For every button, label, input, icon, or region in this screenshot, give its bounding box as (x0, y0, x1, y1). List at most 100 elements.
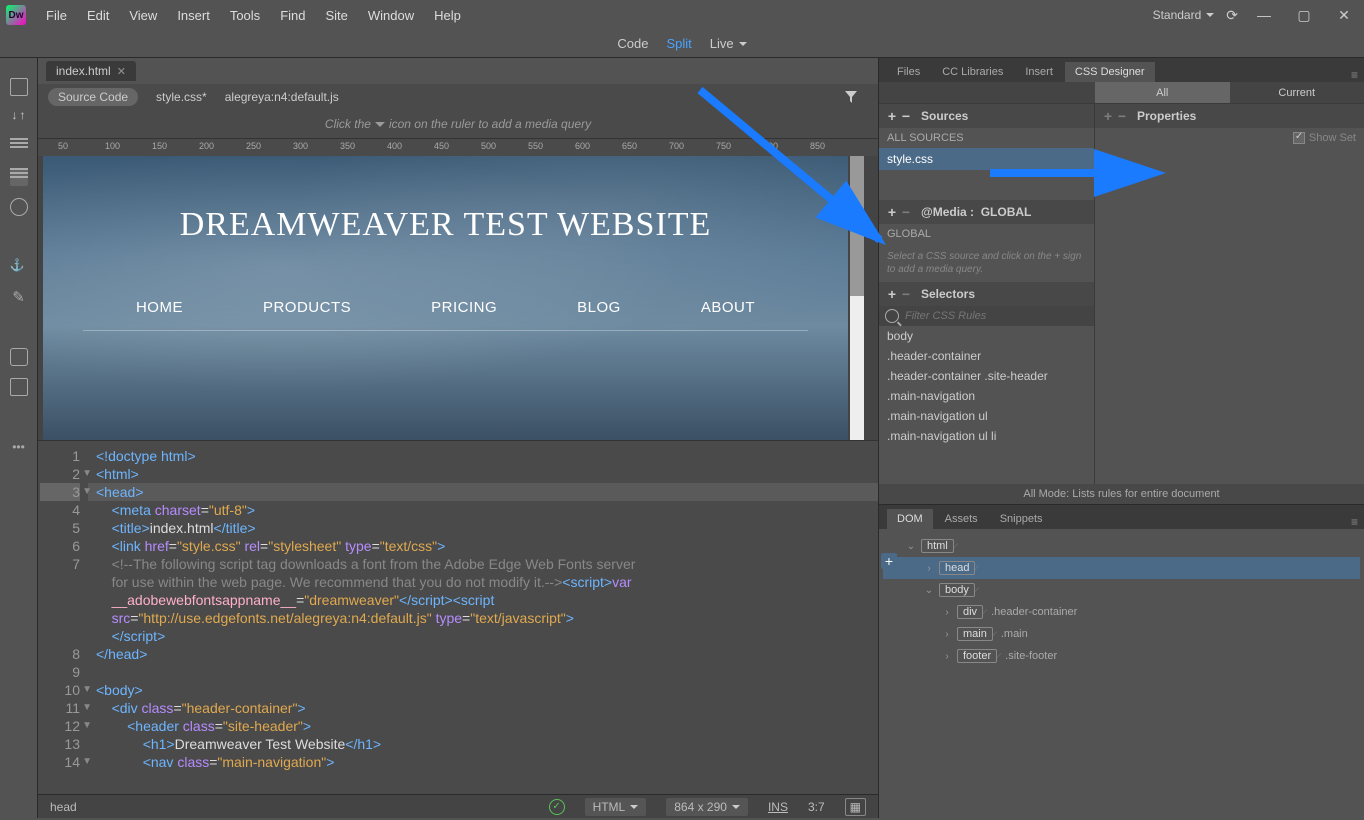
sources-sub[interactable]: ALL SOURCES (879, 128, 1094, 148)
menu-tools[interactable]: Tools (220, 8, 270, 23)
tab-css-designer[interactable]: CSS Designer (1065, 62, 1155, 82)
dom-node[interactable]: ›head (883, 557, 1360, 579)
view-live[interactable]: Live (710, 36, 747, 51)
language-select[interactable]: HTML (585, 798, 647, 816)
nav-item[interactable]: PRODUCTS (263, 299, 351, 316)
css-mode-toggle: All Current (879, 82, 1364, 104)
view-mode-switcher: Code Split Live (0, 30, 1364, 58)
dom-node[interactable]: ›main.main (883, 623, 1360, 645)
add-selector-button[interactable]: + (885, 286, 899, 302)
line-gutter: 12▼3▼45678910▼11▼12▼1314▼ (38, 441, 88, 794)
related-file[interactable]: alegreya:n4:default.js (225, 90, 339, 104)
dom-node[interactable]: ⌄html (883, 535, 1360, 557)
list-icon[interactable] (10, 138, 28, 156)
menu-site[interactable]: Site (315, 8, 357, 23)
selectors-header: + − Selectors (879, 282, 1094, 306)
search-icon (885, 309, 899, 323)
viewport-size[interactable]: 864 x 290 (666, 798, 748, 816)
panel-menu-icon[interactable]: ≡ (1351, 68, 1358, 82)
validate-icon[interactable]: ✓ (549, 799, 565, 815)
source-code-tab[interactable]: Source Code (48, 88, 138, 106)
selector-item[interactable]: body (879, 326, 1094, 346)
toggle-all[interactable]: All (1095, 82, 1230, 103)
dom-tree[interactable]: ⌄html›head+ ⌄body›div.header-container›ma… (879, 529, 1364, 673)
menu-help[interactable]: Help (424, 8, 471, 23)
code-editor[interactable]: 12▼3▼45678910▼11▼12▼1314▼ <!doctype html… (38, 440, 878, 794)
add-property-button[interactable]: + (1101, 108, 1115, 124)
view-split[interactable]: Split (666, 36, 691, 51)
remove-source-button[interactable]: − (899, 108, 913, 124)
box-icon[interactable] (10, 378, 28, 396)
show-set-toggle[interactable]: Show Set (1095, 128, 1364, 148)
media-sub[interactable]: GLOBAL (879, 224, 1094, 244)
dom-node[interactable]: ⌄body (883, 579, 1360, 601)
selector-item[interactable]: .main-navigation (879, 386, 1094, 406)
target-icon[interactable] (10, 198, 28, 216)
menu-window[interactable]: Window (358, 8, 424, 23)
menu-find[interactable]: Find (270, 8, 315, 23)
media-hint: Select a CSS source and click on the + s… (879, 244, 1094, 282)
code-content[interactable]: <!doctype html><html><head> <meta charse… (88, 441, 878, 794)
css-mode-hint: All Mode: Lists rules for entire documen… (879, 484, 1364, 504)
tab-insert[interactable]: Insert (1015, 62, 1063, 82)
tab-assets[interactable]: Assets (935, 509, 988, 529)
left-toolbar: ↓↑ ⚓ (0, 58, 38, 818)
toggle-current[interactable]: Current (1230, 82, 1364, 103)
insert-mode: INS (768, 800, 788, 814)
related-file[interactable]: style.css* (156, 90, 207, 104)
selector-item[interactable]: .main-navigation ul li (879, 426, 1094, 446)
remove-media-button[interactable]: − (899, 204, 913, 220)
menu-edit[interactable]: Edit (77, 8, 119, 23)
wand-icon[interactable] (10, 288, 28, 306)
checkbox-icon[interactable] (1293, 132, 1305, 144)
menu-insert[interactable]: Insert (167, 8, 220, 23)
nav-item[interactable]: HOME (136, 299, 183, 316)
panel-tabs: Files CC Libraries Insert CSS Designer ≡ (879, 58, 1364, 82)
dom-node[interactable]: ›footer.site-footer (883, 645, 1360, 667)
tab-dom[interactable]: DOM (887, 509, 933, 529)
nav-item[interactable]: ABOUT (701, 299, 755, 316)
nav-item[interactable]: BLOG (577, 299, 621, 316)
sync-icon[interactable]: ⟳ (1226, 7, 1238, 24)
close-button[interactable]: ✕ (1330, 7, 1358, 24)
marker-icon (375, 122, 385, 132)
tab-snippets[interactable]: Snippets (990, 509, 1053, 529)
selector-item[interactable]: .header-container (879, 346, 1094, 366)
file-icon[interactable] (10, 78, 28, 96)
document-tab[interactable]: index.html ✕ (46, 61, 136, 81)
tab-cc-libraries[interactable]: CC Libraries (932, 62, 1013, 82)
panel-menu-icon[interactable]: ≡ (1351, 515, 1358, 529)
selector-filter[interactable] (879, 306, 1094, 326)
minimize-button[interactable]: — (1250, 7, 1278, 23)
status-bar: head ✓ HTML 864 x 290 INS 3:7 ▦ (38, 794, 878, 818)
anchor-icon[interactable]: ⚓ (10, 258, 28, 276)
dom-panel: DOM Assets Snippets ≡ ⌄html›head+ ⌄body›d… (879, 504, 1364, 818)
menu-bar: FileEditViewInsertToolsFindSiteWindowHel… (36, 8, 471, 23)
preview-nav: HOME PRODUCTS PRICING BLOG ABOUT (83, 299, 808, 331)
dom-node[interactable]: ›div.header-container (883, 601, 1360, 623)
lines-icon[interactable] (10, 168, 28, 186)
tab-files[interactable]: Files (887, 62, 930, 82)
menu-file[interactable]: File (36, 8, 77, 23)
selector-item[interactable]: .main-navigation ul (879, 406, 1094, 426)
maximize-button[interactable]: ▢ (1290, 7, 1318, 24)
device-icon[interactable]: ▦ (845, 798, 866, 816)
menu-view[interactable]: View (119, 8, 167, 23)
filter-input[interactable] (905, 310, 1088, 322)
view-code[interactable]: Code (617, 36, 648, 51)
cursor-position: 3:7 (808, 800, 825, 814)
selector-item[interactable]: .header-container .site-header (879, 366, 1094, 386)
close-icon[interactable]: ✕ (117, 65, 126, 78)
nav-item[interactable]: PRICING (431, 299, 497, 316)
more-icon[interactable] (10, 438, 28, 456)
workspace-switcher[interactable]: Standard (1153, 8, 1215, 22)
title-bar: Dw FileEditViewInsertToolsFindSiteWindow… (0, 0, 1364, 30)
remove-property-button[interactable]: − (1115, 108, 1129, 124)
sources-header: + − Sources (879, 104, 1094, 128)
comment-icon[interactable] (10, 348, 28, 366)
add-node-button[interactable]: + (881, 553, 897, 569)
remove-selector-button[interactable]: − (899, 286, 913, 302)
compare-icon[interactable]: ↓↑ (10, 108, 28, 126)
tag-path[interactable]: head (50, 800, 77, 814)
document-tab-label: index.html (56, 64, 111, 78)
